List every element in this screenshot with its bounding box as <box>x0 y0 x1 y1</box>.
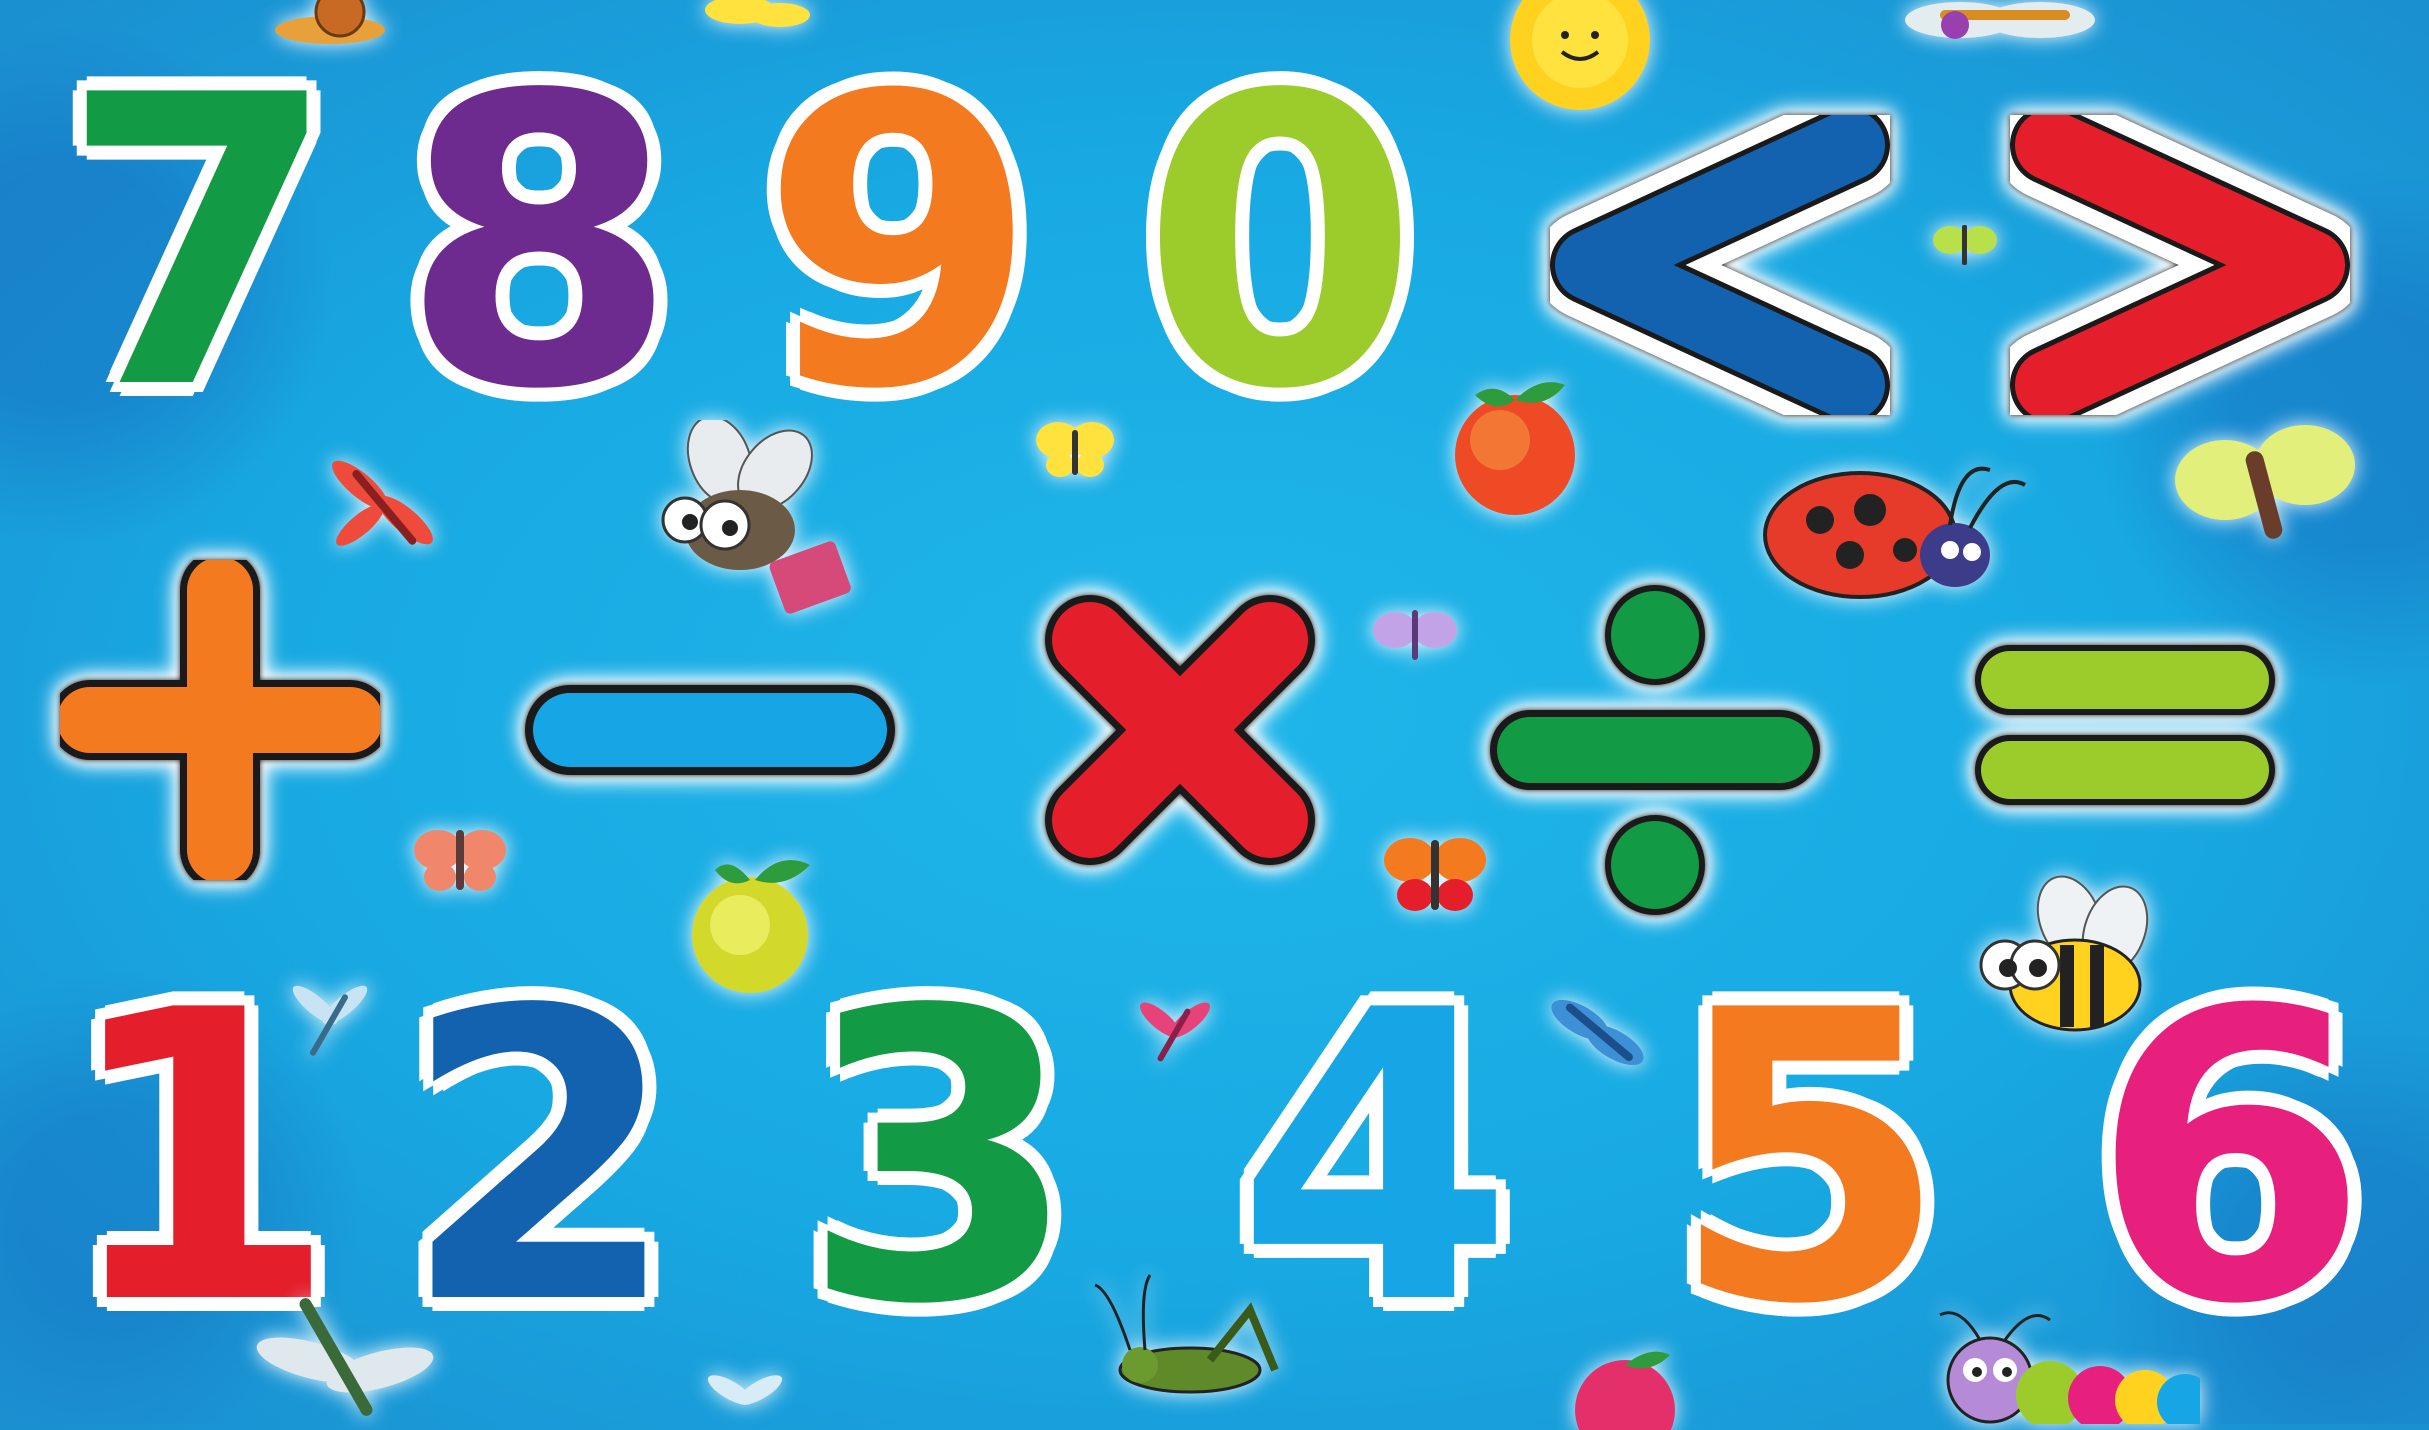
caterpillar-icon <box>1939 1311 2200 1424</box>
minus-symbol <box>525 685 895 775</box>
butterfly-icon <box>1036 422 1114 477</box>
digit-1: 1 <box>57 927 341 1392</box>
fly-icon <box>661 420 851 614</box>
apple-icon <box>1455 382 1575 515</box>
butterfly-icon <box>1933 225 1997 265</box>
greater-than-symbol <box>2010 115 2350 415</box>
sun-icon <box>1510 0 1650 110</box>
apple-icon <box>1575 1351 1675 1430</box>
ladybug-icon <box>1763 466 2027 599</box>
dragonfly-icon <box>292 985 368 1056</box>
dragonfly-icon <box>707 1375 783 1405</box>
digit-0: 0 <box>1138 12 1422 477</box>
digit-8: 8 <box>397 12 681 477</box>
dragonfly-icon <box>332 460 433 546</box>
grasshopper-icon <box>1094 1274 1279 1394</box>
digit-9: 9 <box>757 12 1041 477</box>
multiply-symbol <box>1045 595 1315 865</box>
digit-2: 2 <box>398 927 682 1392</box>
digit-7: 7 <box>57 12 341 477</box>
butterfly-icon <box>1384 838 1486 911</box>
dragonfly-icon <box>1905 2 2095 39</box>
bee-icon <box>1979 875 2149 1032</box>
dragonfly-icon <box>1139 1002 1211 1062</box>
plus-symbol <box>60 560 380 880</box>
dragonfly-icon <box>705 0 810 27</box>
butterfly-icon <box>414 830 506 891</box>
digit-3: 3 <box>798 927 1082 1392</box>
dragonfly-icon <box>256 1298 434 1416</box>
apple-icon <box>692 860 810 993</box>
butterfly-icon <box>1373 610 1457 660</box>
butterfly-icon <box>2175 425 2355 539</box>
divide-symbol <box>1490 585 1820 915</box>
snail-icon <box>275 0 385 44</box>
digit-5: 5 <box>1667 927 1951 1392</box>
equals-symbol <box>1975 645 2275 805</box>
less-than-symbol <box>1550 115 1890 415</box>
dragonfly-icon <box>1551 999 1644 1066</box>
